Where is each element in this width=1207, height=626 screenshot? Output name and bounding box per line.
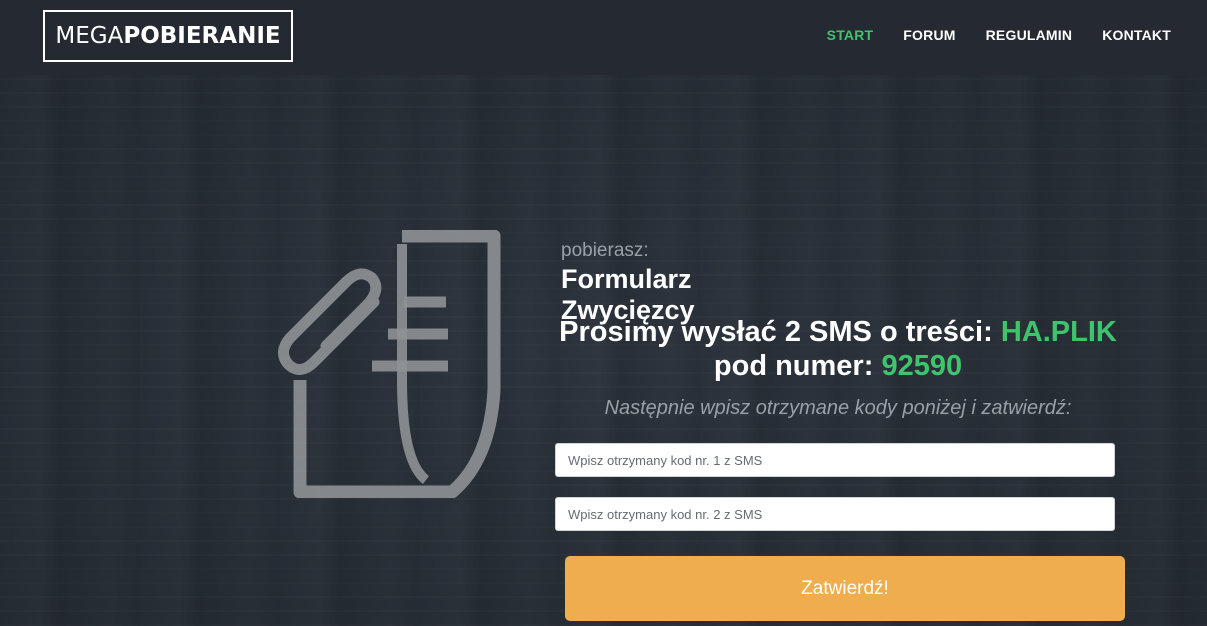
logo-text-thin: MEGA [55,23,124,49]
sms-text-label: Prosimy wysłać 2 SMS o treści: [559,316,1001,348]
main-nav: START FORUM REGULAMIN KONTAKT [827,27,1171,43]
paperclip-document-icon [278,230,501,498]
nav-item-regulamin[interactable]: REGULAMIN [986,27,1073,43]
nav-item-kontakt[interactable]: KONTAKT [1102,27,1171,43]
sms-content-code: HA.PLIK [1000,316,1117,348]
site-logo[interactable]: MEGA POBIERANIE [43,10,293,62]
download-prefix: pobierasz: [561,240,649,261]
code-instruction: Następnie wpisz otrzymane kody poniżej i… [604,397,1072,419]
sms-instruction-line1: Prosimy wysłać 2 SMS o treści: HA.PLIK [555,316,1121,349]
sms-number-label: pod numer: [713,350,882,382]
sms-number: 92590 [881,350,963,382]
sms-instruction-line2: pod numer: 92590 [555,350,1121,383]
submit-button[interactable]: Zatwierdź! [565,556,1125,621]
code-1-input[interactable] [555,443,1115,477]
code-2-input[interactable] [555,497,1115,531]
nav-item-start[interactable]: START [827,27,874,43]
navbar: MEGA POBIERANIE START FORUM REGULAMIN KON… [0,0,1207,75]
nav-item-forum[interactable]: FORUM [903,27,955,43]
logo-text-bold: POBIERANIE [123,23,281,49]
